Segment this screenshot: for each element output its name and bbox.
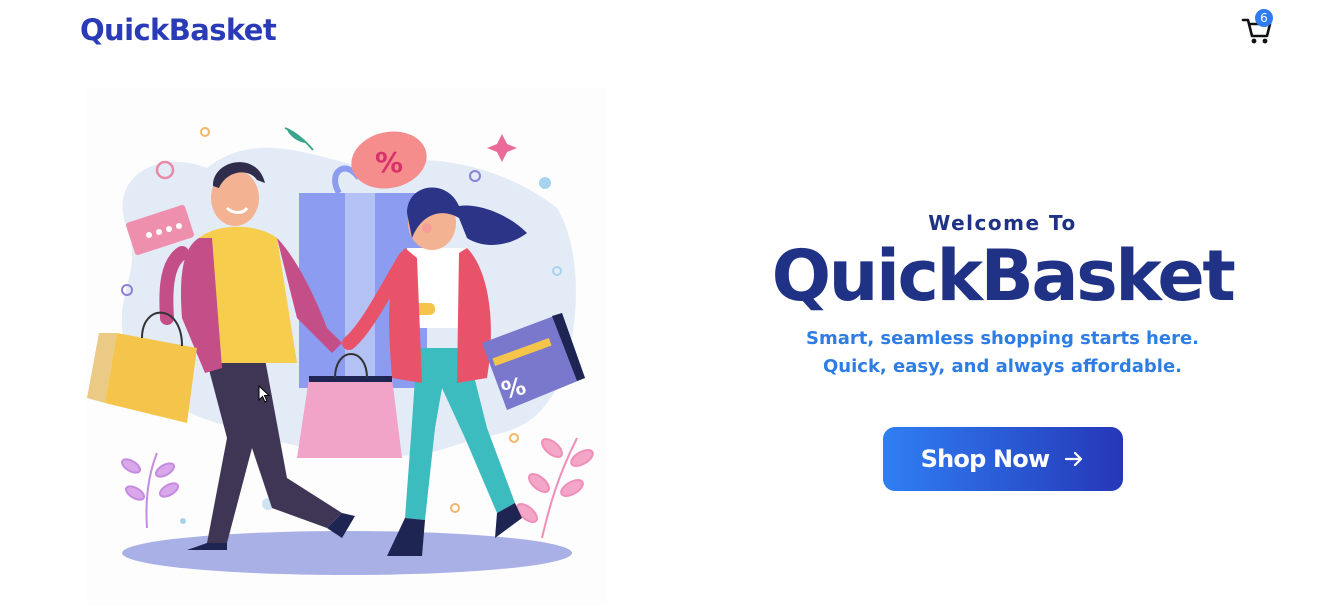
brand-logo[interactable]: QuickBasket — [80, 10, 277, 50]
navbar: QuickBasket 6 — [0, 0, 1317, 62]
shopping-couple-illustration: % % — [87, 127, 594, 575]
cart-count-badge: 6 — [1255, 9, 1273, 27]
hero-illustration: % % — [87, 88, 607, 605]
tagline-line-2: Quick, easy, and always affordable. — [822, 356, 1182, 377]
mouse-cursor-icon — [258, 385, 270, 403]
shop-now-button[interactable]: Shop Now — [883, 427, 1123, 491]
svg-text:%: % — [375, 146, 403, 179]
arrow-right-icon — [1065, 451, 1083, 467]
shop-now-label: Shop Now — [920, 445, 1051, 473]
welcome-heading: Welcome To — [928, 211, 1077, 235]
hero-title: QuickBasket — [771, 235, 1236, 317]
tagline-line-1: Smart, seamless shopping starts here. — [805, 328, 1200, 349]
hero-text: Welcome To QuickBasket Smart, seamless s… — [740, 205, 1265, 381]
